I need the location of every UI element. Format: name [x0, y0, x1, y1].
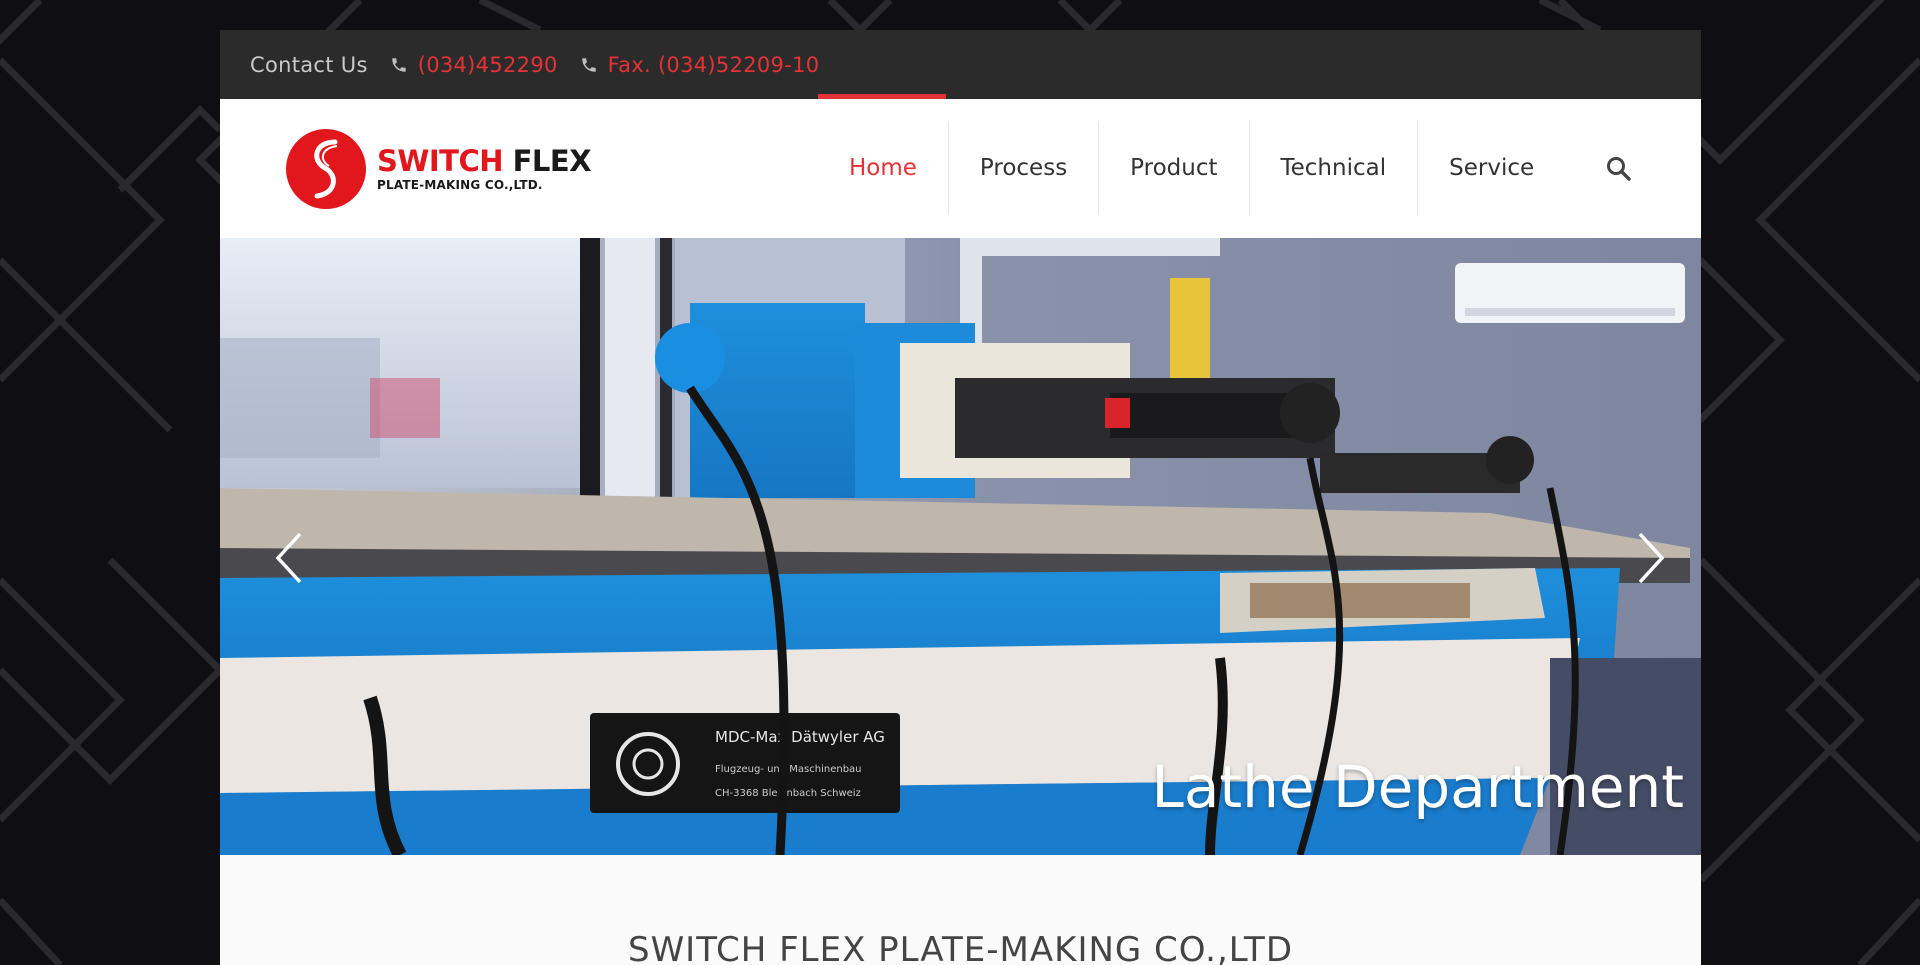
slide-title: Lathe Department [1151, 753, 1684, 821]
logo-brand-red: SWITCH [377, 144, 504, 178]
svg-text:Flugzeug- und Maschinenbau: Flugzeug- und Maschinenbau [715, 764, 862, 775]
chevron-right-icon [1638, 532, 1665, 584]
nav-item-technical[interactable]: Technical [1248, 121, 1418, 215]
slider-prev-button[interactable] [270, 528, 310, 588]
logo-subtitle: PLATE-MAKING CO.,LTD. [377, 178, 543, 192]
page-container: Contact Us (034)452290 Fax. (034)52209-1… [220, 30, 1701, 965]
contact-us-link[interactable]: Contact Us [250, 53, 368, 77]
site-header: SWITCH FLEX PLATE-MAKING CO.,LTD. Home P… [220, 99, 1701, 238]
chevron-left-icon [275, 532, 302, 584]
nav-item-product[interactable]: Product [1098, 121, 1248, 215]
nav-item-home[interactable]: Home [818, 121, 948, 215]
phone-number: (034)452290 [417, 52, 558, 77]
hero-slider: MDC-Max Dätwyler AG Flugzeug- und Maschi… [220, 238, 1701, 855]
fax-number: Fax. (034)52209-10 [607, 52, 820, 77]
nav-item-service[interactable]: Service [1417, 121, 1565, 215]
svg-text:MDC-Max Dätwyler AG: MDC-Max Dätwyler AG [715, 728, 885, 746]
logo-brand-dark: FLEX [512, 144, 592, 178]
svg-text:CH-3368 Bleienbach Schweiz: CH-3368 Bleienbach Schweiz [715, 788, 861, 799]
slider-next-button[interactable] [1630, 528, 1670, 588]
phone-link[interactable]: (034)452290 [390, 53, 558, 77]
main-nav: Home Process Product Technical Service [818, 121, 1565, 215]
company-heading: SWITCH FLEX PLATE-MAKING CO.,LTD [627, 930, 1294, 965]
phone-icon [581, 57, 596, 72]
top-bar: Contact Us (034)452290 Fax. (034)52209-1… [220, 30, 1701, 99]
logo[interactable]: SWITCH FLEX PLATE-MAKING CO.,LTD. [285, 128, 592, 210]
nav-item-process[interactable]: Process [947, 121, 1098, 215]
machine-nameplate: MDC-Max Dätwyler AG Flugzeug- und Maschi… [590, 713, 900, 813]
search-button[interactable] [1606, 156, 1632, 186]
fax-link[interactable]: Fax. (034)52209-10 [580, 53, 820, 77]
search-icon [1607, 157, 1631, 181]
logo-mark [286, 129, 366, 209]
phone-icon [391, 57, 406, 72]
